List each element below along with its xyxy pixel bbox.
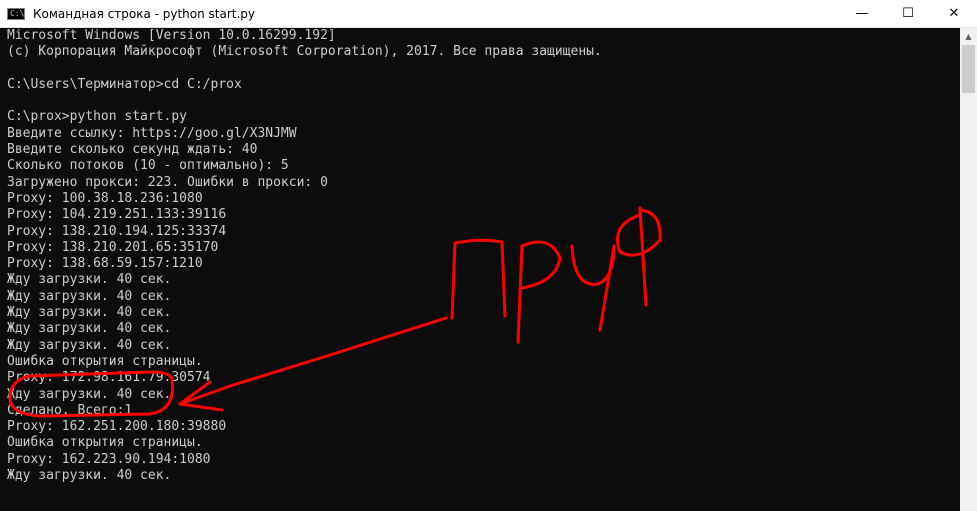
console-line: Proxy: 172.98.161.79:30574 bbox=[7, 370, 211, 386]
console-line: Proxy: 138.210.201.65:35170 bbox=[7, 239, 219, 255]
console-line: Proxy: 138.210.194.125:33374 bbox=[7, 223, 227, 239]
window-controls: — ☐ ✕ bbox=[839, 0, 977, 28]
console-line: Ошибка открытия страницы. bbox=[7, 353, 203, 369]
console-line: C:\prox>python start.py bbox=[7, 109, 188, 125]
window-title: Командная строка - python start.py bbox=[33, 6, 256, 21]
console-line: Ошибка открытия страницы. bbox=[7, 435, 203, 451]
minimize-button[interactable]: — bbox=[839, 0, 885, 28]
console-line: Proxy: 162.251.200.180:39880 bbox=[7, 419, 227, 435]
console-line: Сколько потоков (10 - оптимально): 5 bbox=[7, 158, 289, 174]
console-line: Proxy: 138.68.59.157:1210 bbox=[7, 256, 203, 272]
console-line: Жду загрузки. 40 сек. bbox=[7, 337, 172, 353]
console-line: Жду загрузки. 40 сек. bbox=[7, 305, 172, 321]
console-text: Microsoft Windows [Version 10.0.16299.19… bbox=[7, 28, 602, 484]
console-line: Жду загрузки. 40 сек. bbox=[7, 272, 172, 288]
scroll-up-arrow-icon[interactable]: ▲ bbox=[960, 28, 977, 45]
console-line: Сделано. Всего:1 bbox=[7, 402, 133, 418]
title-bar[interactable]: C:\ Командная строка - python start.py —… bbox=[0, 0, 977, 28]
maximize-button[interactable]: ☐ bbox=[885, 0, 931, 28]
console-line: Proxy: 100.38.18.236:1080 bbox=[7, 190, 203, 206]
console-line: C:\Users\Терминатор>cd C:/prox bbox=[7, 76, 242, 92]
cmd-window: C:\ Командная строка - python start.py —… bbox=[0, 0, 977, 511]
console-line: Введите сколько секунд ждать: 40 bbox=[7, 142, 258, 158]
vertical-scrollbar[interactable]: ▲ bbox=[960, 28, 977, 511]
close-button[interactable]: ✕ bbox=[931, 0, 977, 28]
console-line: Введите ссылку: https://goo.gl/X3NJMW bbox=[7, 125, 297, 141]
console-line: Загружено прокси: 223. Ошибки в прокси: … bbox=[7, 174, 328, 190]
console-line: Proxy: 162.223.90.194:1080 bbox=[7, 451, 211, 467]
console-line: Жду загрузки. 40 сек. bbox=[7, 468, 172, 484]
cmd-icon: C:\ bbox=[7, 7, 25, 20]
console-line: Жду загрузки. 40 сек. bbox=[7, 386, 172, 402]
console-line: Microsoft Windows [Version 10.0.16299.19… bbox=[7, 28, 336, 43]
console-output[interactable]: Microsoft Windows [Version 10.0.16299.19… bbox=[0, 28, 960, 511]
scroll-thumb[interactable] bbox=[962, 45, 975, 93]
console-line: Жду загрузки. 40 сек. bbox=[7, 321, 172, 337]
console-line: (c) Корпорация Майкрософт (Microsoft Cor… bbox=[7, 44, 602, 60]
console-line: Proxy: 104.219.251.133:39116 bbox=[7, 207, 227, 223]
console-line: Жду загрузки. 40 сек. bbox=[7, 288, 172, 304]
